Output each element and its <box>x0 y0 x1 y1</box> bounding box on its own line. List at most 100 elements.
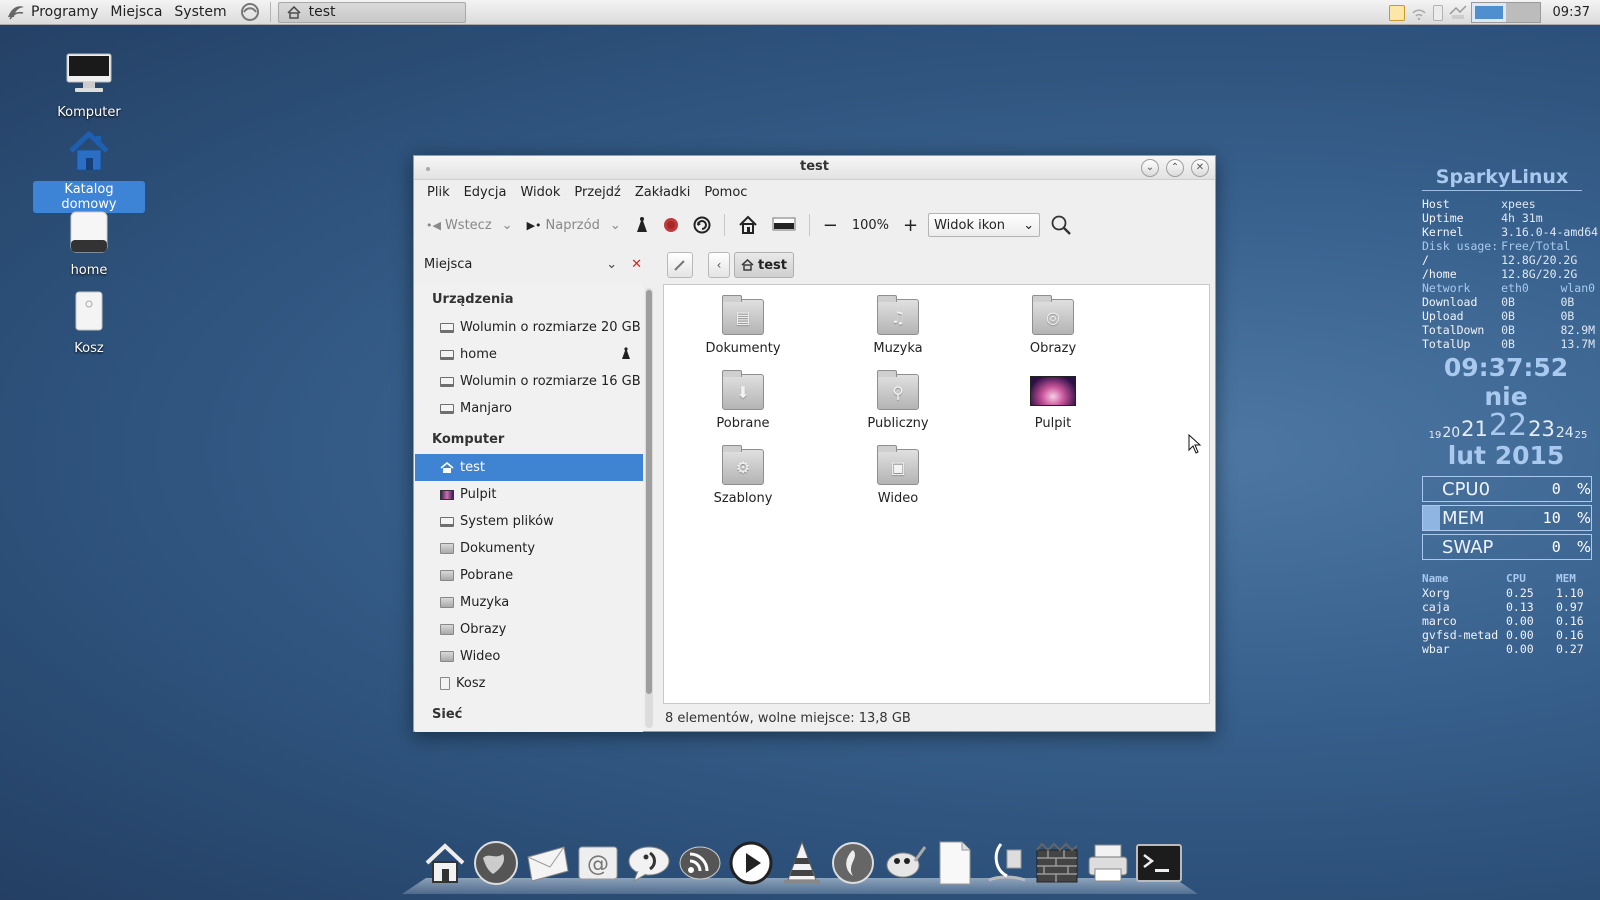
email-icon[interactable]: @ <box>573 838 622 887</box>
file-item-pictures[interactable]: ◎ Obrazy <box>983 295 1123 356</box>
chat-icon[interactable] <box>624 838 673 887</box>
proc-cpu: 0.00 <box>1506 614 1534 628</box>
home-icon[interactable] <box>420 838 469 887</box>
sidebar-item-volume-16gb[interactable]: Wolumin o rozmiarze 16 GB <box>415 368 643 395</box>
status-bar: 8 elementów, wolne miejsce: 13,8 GB <box>665 710 911 726</box>
programs-menu[interactable]: Programy <box>0 0 104 25</box>
file-item-templates[interactable]: ⚙ Szablony <box>673 445 813 506</box>
sidebar-item-filesystem[interactable]: System plików <box>415 508 643 535</box>
zoom-in-button[interactable]: + <box>899 210 922 240</box>
proc-mem: 0.16 <box>1556 614 1584 628</box>
maximize-button[interactable]: ⌃ <box>1166 159 1184 177</box>
window-titlebar[interactable]: test ⌄ ⌃ ✕ <box>414 156 1215 180</box>
sidebar-scrollbar-thumb[interactable] <box>646 290 652 694</box>
stop-button[interactable] <box>659 210 683 240</box>
burner-icon[interactable] <box>828 838 877 887</box>
workspace-1[interactable] <box>1471 3 1506 22</box>
text-editor-icon[interactable] <box>930 838 979 887</box>
launcher-button[interactable] <box>233 0 267 25</box>
back-button[interactable]: •◀ Wstecz ⌄ <box>422 210 517 240</box>
home-button[interactable] <box>734 210 762 240</box>
sidebar-item-documents[interactable]: Dokumenty <box>415 535 643 562</box>
sidebar-item-downloads[interactable]: Pobrane <box>415 562 643 589</box>
close-button[interactable]: ✕ <box>1191 159 1209 177</box>
menu-edit[interactable]: Edycja <box>457 185 514 200</box>
desktop-icon-home-folder[interactable]: Katalog domowy <box>33 131 145 213</box>
menu-file[interactable]: Plik <box>420 185 457 200</box>
desktop-icon-computer[interactable]: Komputer <box>33 52 145 121</box>
panel-clock[interactable]: 09:37 <box>1553 5 1590 20</box>
battery-icon[interactable] <box>1432 4 1443 21</box>
media-player-icon[interactable] <box>726 838 775 887</box>
sidebar-type-select[interactable]: Miejsca ⌄ ✕ <box>424 251 646 277</box>
menu-bookmarks[interactable]: Zakładki <box>628 185 697 200</box>
menu-view[interactable]: Widok <box>513 185 567 200</box>
sidebar-item-manjaro[interactable]: Manjaro <box>415 395 643 422</box>
wifi-icon[interactable] <box>1411 5 1427 21</box>
sidebar-item-trash[interactable]: Kosz <box>415 670 643 697</box>
file-item-music[interactable]: ♫ Muzyka <box>828 295 968 356</box>
taskbar-button-test[interactable]: test <box>277 1 466 23</box>
toggle-location-entry-button[interactable] <box>667 252 693 278</box>
sidebar-item-music[interactable]: Muzyka <box>415 589 643 616</box>
conky-key: TotalUp <box>1422 337 1471 351</box>
menu-go[interactable]: Przejdź <box>567 185 627 200</box>
file-item-desktop[interactable]: Pulpit <box>983 370 1123 431</box>
rss-icon[interactable] <box>675 838 724 887</box>
zoom-out-button[interactable]: − <box>819 210 842 240</box>
places-menu[interactable]: Miejsca <box>104 0 168 25</box>
printer-icon[interactable] <box>1083 838 1132 887</box>
desktop-icon-trash[interactable]: Kosz <box>33 290 145 357</box>
system-menu[interactable]: System <box>168 0 232 25</box>
desktop-icon <box>440 489 454 500</box>
workspace-2[interactable] <box>1505 3 1540 22</box>
clipboard-icon[interactable] <box>1388 4 1405 21</box>
minimize-button[interactable]: ⌄ <box>1141 159 1159 177</box>
view-mode-select[interactable]: Widok ikon ⌄ <box>928 213 1041 237</box>
file-view[interactable]: ▤ Dokumenty ♫ Muzyka ◎ Obrazy ⬇ Pobrane … <box>663 284 1210 704</box>
computer-button[interactable] <box>768 210 800 240</box>
up-button[interactable] <box>631 210 653 240</box>
conky-day: nie <box>1484 382 1528 411</box>
sidebar-scrollbar[interactable] <box>645 288 653 728</box>
eject-icon[interactable] <box>621 347 631 365</box>
file-item-documents[interactable]: ▤ Dokumenty <box>673 295 813 356</box>
meter-value: 0 <box>1551 538 1561 556</box>
file-item-downloads[interactable]: ⬇ Pobrane <box>673 370 813 431</box>
conky-value: 12.8G/20.2G <box>1501 267 1578 281</box>
file-item-videos[interactable]: ▣ Wideo <box>828 445 968 506</box>
menu-help[interactable]: Pomoc <box>697 185 754 200</box>
back-history-chevron-icon[interactable]: ⌄ <box>502 218 513 233</box>
close-sidebar-icon[interactable]: ✕ <box>631 257 642 272</box>
firewall-icon[interactable] <box>1032 838 1081 887</box>
forward-history-chevron-icon[interactable]: ⌄ <box>610 218 621 233</box>
sidebar-item-desktop[interactable]: Pulpit <box>415 481 643 508</box>
meter-value: 10 <box>1542 509 1561 527</box>
network-icon[interactable] <box>1449 4 1467 21</box>
pane-resize-handle[interactable] <box>655 284 659 732</box>
vlc-icon[interactable] <box>777 838 826 887</box>
breadcrumb-scroll-left-button[interactable]: ‹ <box>708 252 730 278</box>
breadcrumb-test[interactable]: test <box>734 252 794 278</box>
mail-icon[interactable] <box>522 838 571 887</box>
sidebar-item-home-drive[interactable]: home <box>415 341 643 368</box>
sidebar-item-test[interactable]: test <box>415 454 643 481</box>
workspace-switcher[interactable] <box>1470 2 1541 23</box>
web-browser-icon[interactable] <box>471 838 520 887</box>
cpu-meter: CPU0 0 % <box>1422 476 1592 502</box>
zoom-level[interactable]: 100% <box>848 218 893 233</box>
search-button[interactable] <box>1046 210 1076 240</box>
desktop-icon-label: home <box>70 263 108 278</box>
terminal-icon[interactable] <box>1134 838 1183 887</box>
reload-button[interactable] <box>689 210 715 240</box>
forward-button[interactable]: ▶• Naprzód ⌄ <box>523 210 625 240</box>
toolbar-separator <box>723 214 725 236</box>
sidebar-item-volume-20gb[interactable]: Wolumin o rozmiarze 20 GB <box>415 314 643 341</box>
gimp-icon[interactable] <box>879 838 928 887</box>
sidebar-item-videos[interactable]: Wideo <box>415 643 643 670</box>
desktop-icon-home-drive[interactable]: home <box>33 210 145 279</box>
office-icon[interactable] <box>981 838 1030 887</box>
sidebar-item-label: Pobrane <box>460 568 514 583</box>
file-item-public[interactable]: ⚲ Publiczny <box>828 370 968 431</box>
sidebar-item-pictures[interactable]: Obrazy <box>415 616 643 643</box>
